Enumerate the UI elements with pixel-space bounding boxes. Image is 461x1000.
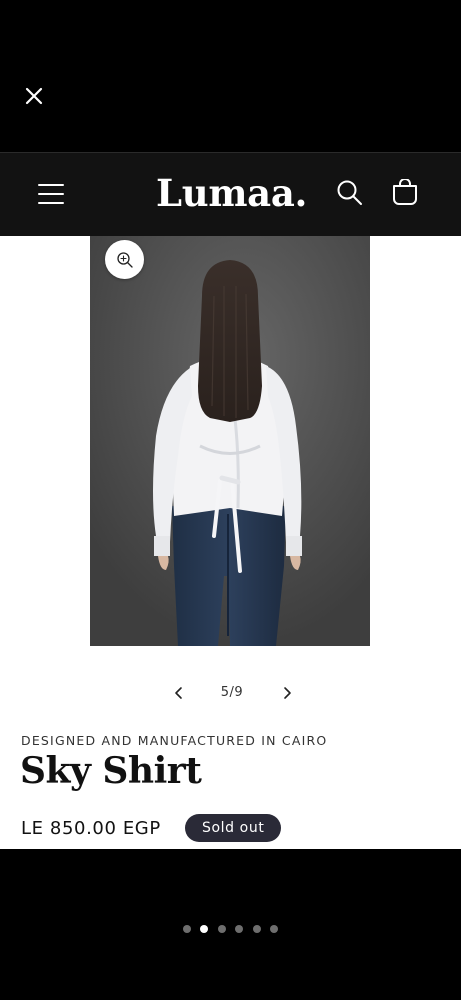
- close-button[interactable]: [22, 84, 46, 108]
- gallery-pagination: 5/9: [0, 683, 461, 703]
- cart-button[interactable]: [391, 178, 419, 207]
- product-title: Sky Shirt: [20, 750, 202, 792]
- product-vendor: DESIGNED AND MANUFACTURED IN CAIRO: [21, 733, 328, 748]
- pager-dot[interactable]: [235, 925, 244, 933]
- next-slide-button[interactable]: [278, 683, 296, 703]
- zoom-button[interactable]: [105, 240, 144, 279]
- pager-dot[interactable]: [183, 925, 191, 933]
- slide-counter: 5/9: [220, 685, 244, 700]
- previous-slide-button[interactable]: [170, 683, 188, 703]
- hamburger-menu-icon: [38, 184, 64, 204]
- product-price: LE 850.00 EGP: [21, 818, 161, 839]
- chevron-left-icon: [175, 687, 182, 699]
- menu-button[interactable]: [38, 182, 64, 206]
- product-image: [90, 236, 370, 646]
- sold-out-badge: Sold out: [185, 814, 282, 842]
- search-icon: [337, 180, 362, 205]
- zoom-icon: [116, 251, 133, 268]
- site-logo[interactable]: Lumaa.: [156, 171, 307, 215]
- close-icon: [25, 87, 43, 105]
- pager-dot[interactable]: [270, 925, 278, 933]
- pager-dot[interactable]: [217, 925, 226, 933]
- chevron-right-icon: [284, 687, 291, 699]
- product-photo[interactable]: [90, 236, 370, 646]
- story-pager: [183, 925, 283, 935]
- search-button[interactable]: [336, 179, 364, 207]
- pager-dot[interactable]: [200, 925, 209, 933]
- pager-dot[interactable]: [252, 925, 261, 933]
- cart-icon: [393, 178, 417, 205]
- product-section: 5/9 DESIGNED AND MANUFACTURED IN CAIRO S…: [0, 236, 461, 849]
